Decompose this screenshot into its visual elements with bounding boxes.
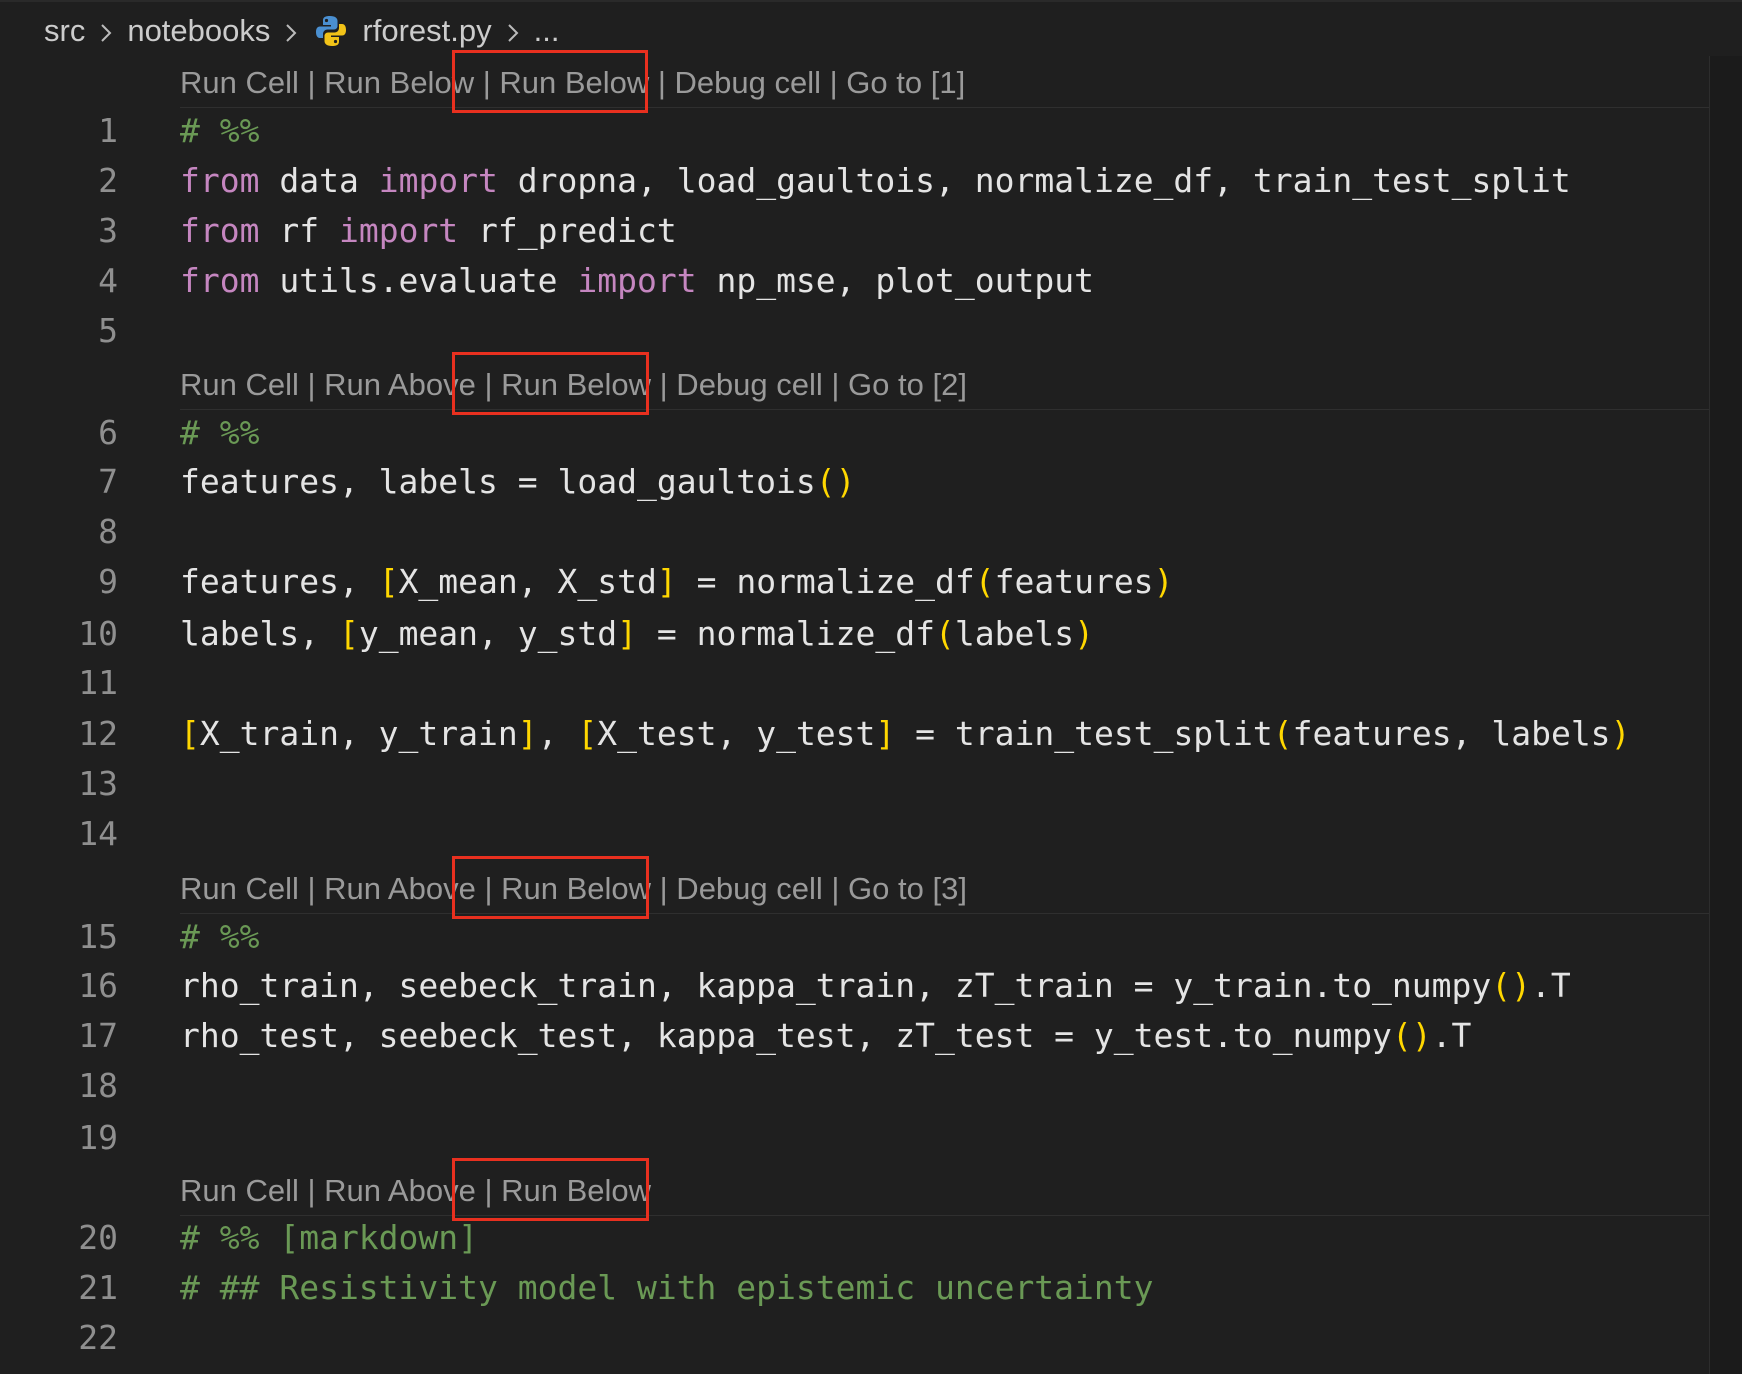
run-below-highlight [452, 856, 649, 919]
code-line: 18 [0, 1061, 1709, 1111]
run-below-highlight [452, 352, 649, 415]
line-number: 5 [98, 311, 118, 350]
code-line: 20 # %% [markdown] [0, 1213, 1709, 1263]
line-text: from data import dropna, load_gaultois, … [180, 161, 1571, 200]
code-line: 4 from utils.evaluate import np_mse, plo… [0, 256, 1709, 306]
code-line: 21 # ## Resistivity model with epistemic… [0, 1263, 1709, 1313]
code-line: 15 # %% [0, 912, 1709, 962]
line-number: 17 [78, 1016, 118, 1055]
code-line: 12 [X_train, y_train], [X_test, y_test] … [0, 709, 1709, 759]
code-line: 11 [0, 658, 1709, 708]
line-number: 10 [78, 614, 118, 653]
run-below-highlight [452, 1158, 649, 1221]
line-number: 11 [78, 663, 118, 702]
code-line: 14 [0, 809, 1709, 859]
line-text: # %% [180, 413, 260, 452]
line-text: labels, [y_mean, y_std] = normalize_df(l… [180, 614, 1094, 653]
code-line: 22 [0, 1313, 1709, 1363]
line-number: 6 [98, 413, 118, 452]
line-number: 18 [78, 1066, 118, 1105]
line-number: 19 [78, 1118, 118, 1157]
line-number: 2 [98, 161, 118, 200]
line-number: 4 [98, 261, 118, 300]
line-text: from utils.evaluate import np_mse, plot_… [180, 261, 1094, 300]
code-line: 10 labels, [y_mean, y_std] = normalize_d… [0, 609, 1709, 659]
line-number: 22 [78, 1318, 118, 1357]
code-line: 19 [0, 1113, 1709, 1163]
code-editor[interactable]: Run Cell | Run Below | Run Below | Debug… [0, 0, 1709, 1374]
code-line: 6 # %% [0, 408, 1709, 458]
run-below-highlight [452, 50, 648, 113]
line-number: 1 [98, 111, 118, 150]
code-line: 17 rho_test, seebeck_test, kappa_test, z… [0, 1011, 1709, 1061]
line-number: 7 [98, 462, 118, 501]
line-text: rho_test, seebeck_test, kappa_test, zT_t… [180, 1016, 1472, 1055]
line-number: 3 [98, 211, 118, 250]
line-number: 9 [98, 562, 118, 601]
line-text: # ## Resistivity model with epistemic un… [180, 1268, 1154, 1307]
line-text: from rf import rf_predict [180, 211, 677, 250]
line-number: 21 [78, 1268, 118, 1307]
code-line: 2 from data import dropna, load_gaultois… [0, 156, 1709, 206]
scrollbar-gutter[interactable] [1710, 56, 1742, 1374]
line-number: 8 [98, 512, 118, 551]
line-text: # %% [180, 111, 260, 150]
code-line: 13 [0, 759, 1709, 809]
line-number: 16 [78, 966, 118, 1005]
line-number: 20 [78, 1218, 118, 1257]
code-line: 1 # %% [0, 106, 1709, 156]
line-text: # %% [markdown] [180, 1218, 479, 1257]
line-number: 13 [78, 764, 118, 803]
code-line: 3 from rf import rf_predict [0, 206, 1709, 256]
line-text: features, labels = load_gaultois() [180, 462, 856, 501]
line-number: 15 [78, 917, 118, 956]
code-line: 9 features, [X_mean, X_std] = normalize_… [0, 557, 1709, 607]
code-line: 16 rho_train, seebeck_train, kappa_train… [0, 961, 1709, 1011]
line-text: # %% [180, 917, 260, 956]
line-number: 12 [78, 714, 118, 753]
code-line: 5 [0, 306, 1709, 356]
line-text: [X_train, y_train], [X_test, y_test] = t… [180, 714, 1631, 753]
line-text: features, [X_mean, X_std] = normalize_df… [180, 562, 1174, 601]
line-number: 14 [78, 814, 118, 853]
code-line: 8 [0, 507, 1709, 557]
code-line: 7 features, labels = load_gaultois() [0, 457, 1709, 507]
line-text: rho_train, seebeck_train, kappa_train, z… [180, 966, 1571, 1005]
